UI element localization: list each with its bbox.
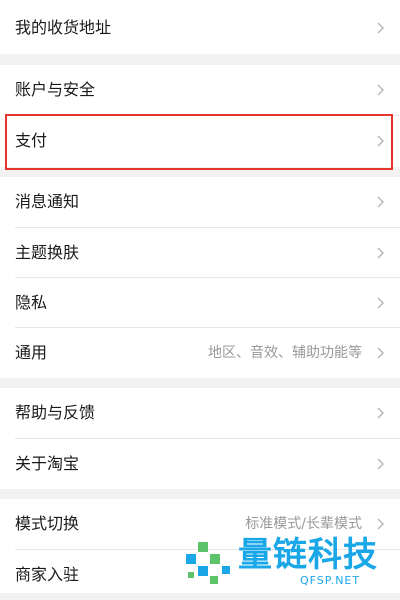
- chevron-right-icon: [377, 22, 384, 34]
- settings-row-help-feedback[interactable]: 帮助与反馈: [0, 388, 400, 438]
- settings-group-4: 帮助与反馈 关于淘宝: [0, 388, 400, 489]
- row-label: 帮助与反馈: [15, 403, 96, 422]
- settings-group-3: 消息通知 主题换肤 隐私 通用 地区、音效、辅助功能等: [0, 177, 400, 378]
- row-label: 支付: [15, 131, 48, 150]
- watermark: 量链科技 QFSP.NET: [182, 530, 396, 590]
- row-label: 消息通知: [15, 192, 80, 211]
- chevron-right-icon: [377, 135, 384, 147]
- chevron-right-icon: [377, 347, 384, 359]
- settings-row-notifications[interactable]: 消息通知: [0, 177, 400, 227]
- chevron-right-icon: [377, 196, 384, 208]
- row-label: 主题换肤: [15, 243, 80, 262]
- settings-group-2: 账户与安全 支付: [0, 65, 400, 167]
- row-label: 我的收货地址: [15, 18, 112, 37]
- settings-row-general[interactable]: 通用 地区、音效、辅助功能等: [0, 328, 400, 378]
- row-value: 地区、音效、辅助功能等: [208, 345, 362, 361]
- watermark-url: QFSP.NET: [300, 574, 361, 587]
- chevron-right-icon: [377, 518, 384, 530]
- settings-row-payment[interactable]: 支付: [0, 116, 400, 166]
- chevron-right-icon: [377, 407, 384, 419]
- chevron-right-icon: [377, 458, 384, 470]
- row-label: 关于淘宝: [15, 454, 80, 473]
- settings-row-theme[interactable]: 主题换肤: [0, 228, 400, 278]
- settings-row-about[interactable]: 关于淘宝: [0, 439, 400, 489]
- chevron-right-icon: [377, 297, 384, 309]
- row-label: 模式切换: [15, 514, 80, 533]
- settings-group-1: 我的收货地址: [0, 0, 400, 54]
- brand-logo-icon: [186, 542, 230, 584]
- settings-row-account-security[interactable]: 账户与安全: [0, 65, 400, 115]
- chevron-right-icon: [377, 247, 384, 259]
- chevron-right-icon: [377, 84, 384, 96]
- row-label: 账户与安全: [15, 80, 96, 99]
- row-label: 通用: [15, 343, 48, 362]
- settings-row-privacy[interactable]: 隐私: [0, 278, 400, 328]
- row-label: 隐私: [15, 293, 48, 312]
- settings-row-shipping-address[interactable]: 我的收货地址: [0, 3, 400, 53]
- watermark-brand: 量链科技: [238, 535, 378, 575]
